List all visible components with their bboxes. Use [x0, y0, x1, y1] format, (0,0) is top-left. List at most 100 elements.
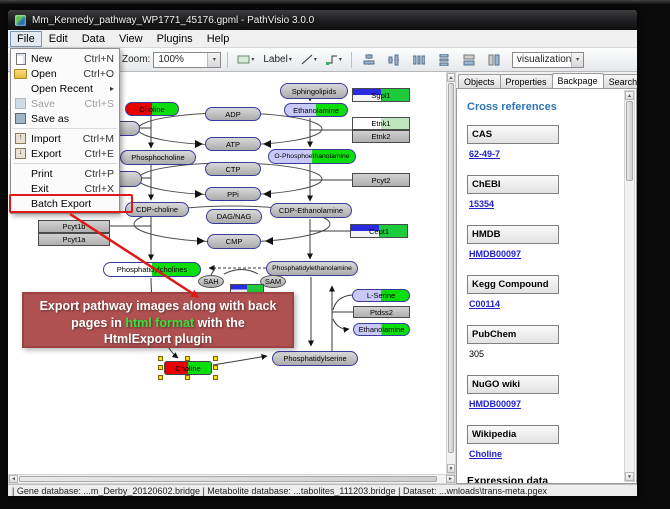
- node-phosphatidylserine[interactable]: Phosphatidylserine: [272, 351, 358, 366]
- node-o-phosphoethanolamine[interactable]: O-Phosphoethanolamine: [268, 149, 356, 164]
- gene-node-etnk2[interactable]: Etnk2: [352, 130, 410, 143]
- chevron-down-icon[interactable]: ▾: [207, 53, 220, 67]
- xref-link[interactable]: 15354: [469, 199, 494, 209]
- node-adp[interactable]: ADP: [205, 107, 261, 121]
- label-dropdown-button[interactable]: Label ▾: [260, 50, 294, 70]
- scrollbar-thumb[interactable]: [448, 83, 454, 453]
- menu-item-new[interactable]: New Ctrl+N: [11, 51, 119, 66]
- chevron-down-icon: ▾: [289, 56, 292, 63]
- scrollbar-thumb[interactable]: [19, 476, 437, 482]
- align-center-y-button[interactable]: [383, 50, 405, 70]
- status-bar: | Gene database: ...m_Derby_20120602.bri…: [8, 484, 637, 496]
- xref-link[interactable]: C00114: [469, 299, 500, 309]
- menu-view[interactable]: View: [112, 31, 150, 47]
- datanode-dropdown-button[interactable]: ▾: [234, 50, 257, 70]
- distribute-horizontal-button[interactable]: [408, 50, 430, 70]
- xref-link[interactable]: HMDB00097: [469, 249, 521, 259]
- selection-handle[interactable]: [158, 365, 163, 370]
- menu-file[interactable]: File: [10, 31, 42, 47]
- node-l-serine[interactable]: L-Serine: [352, 289, 410, 302]
- selection-handle[interactable]: [158, 375, 163, 380]
- node-atp[interactable]: ATP: [205, 137, 261, 151]
- xref-link[interactable]: Choline: [469, 449, 502, 459]
- xref-link[interactable]: 62-49-7: [469, 149, 500, 159]
- canvas-horizontal-scrollbar[interactable]: ◄ ►: [8, 474, 456, 484]
- scroll-up-icon[interactable]: ▲: [447, 73, 455, 82]
- menu-item-open[interactable]: Open Ctrl+O: [11, 66, 119, 81]
- xref-link[interactable]: HMDB00097: [469, 399, 521, 409]
- panel-vertical-scrollbar[interactable]: ▲ ▼: [624, 90, 635, 482]
- scroll-left-icon[interactable]: ◄: [9, 475, 18, 483]
- visualization-combobox[interactable]: visualization ▾: [512, 52, 584, 68]
- node-sah[interactable]: SAH: [198, 275, 224, 288]
- selection-handle[interactable]: [158, 356, 163, 361]
- selection-handle[interactable]: [213, 365, 218, 370]
- gene-node-cept1[interactable]: Cept1: [350, 224, 408, 238]
- scroll-up-icon[interactable]: ▲: [625, 91, 634, 100]
- chevron-down-icon: ▾: [314, 56, 317, 63]
- selection-handle[interactable]: [213, 375, 218, 380]
- node-cmp[interactable]: CMP: [207, 234, 261, 249]
- menu-item-print[interactable]: Print Ctrl+P: [11, 166, 119, 181]
- tab-backpage[interactable]: Backpage: [552, 73, 604, 88]
- distribute-vertical-icon: [438, 54, 450, 66]
- line-dropdown-button[interactable]: ▾: [298, 50, 320, 70]
- selected-node-wrapper: Choline: [158, 356, 218, 380]
- new-document-icon: [14, 53, 27, 65]
- tab-objects[interactable]: Objects: [458, 74, 501, 88]
- node-choline[interactable]: Choline: [125, 102, 179, 116]
- gene-node-pcyt2[interactable]: Pcyt2: [352, 173, 410, 187]
- open-folder-icon: [14, 69, 27, 79]
- xref-section-kegg: Kegg Compound C00114: [467, 275, 626, 312]
- selection-handle[interactable]: [213, 356, 218, 361]
- node-ethanolamine-2[interactable]: Ethanolamine: [353, 323, 410, 336]
- node-cdp-ethanolamine[interactable]: CDP-Ethanolamine: [270, 203, 352, 218]
- connector-dropdown-button[interactable]: ▾: [323, 50, 345, 70]
- connector-icon: [326, 54, 338, 65]
- distribute-vertical-button[interactable]: [433, 50, 455, 70]
- scroll-right-icon[interactable]: ►: [446, 475, 455, 483]
- highlighted-text: html format: [125, 316, 194, 330]
- pathvisio-app-icon: [15, 15, 26, 26]
- gene-node-etnk1[interactable]: Etnk1: [352, 117, 410, 130]
- node-phosphatidylcholines[interactable]: Phosphatidylcholines: [103, 262, 201, 277]
- save-icon: [14, 98, 27, 109]
- menu-item-import[interactable]: ↑ Import Ctrl+M: [11, 131, 119, 146]
- menu-plugins[interactable]: Plugins: [150, 31, 200, 47]
- gene-node-pcyt1a[interactable]: Pcyt1a: [38, 233, 110, 246]
- node-phosphatidylethanolamine[interactable]: Phosphatidylethanolamine: [266, 261, 358, 276]
- node-dag[interactable]: DAG/NAG: [206, 209, 262, 224]
- scroll-down-icon[interactable]: ▼: [447, 464, 455, 473]
- xref-source-name: ChEBI: [467, 175, 559, 194]
- align-center-x-button[interactable]: [358, 50, 380, 70]
- node-ethanolamine[interactable]: Ethanolamine: [284, 103, 348, 117]
- menu-item-open-recent[interactable]: Open Recent ▸: [11, 81, 119, 96]
- node-ctp[interactable]: CTP: [205, 162, 261, 176]
- xref-section-hmdb: HMDB HMDB00097: [467, 225, 626, 262]
- common-height-button[interactable]: [483, 50, 505, 70]
- node-sphingolipids[interactable]: Sphingolipids: [280, 83, 348, 99]
- common-width-button[interactable]: [458, 50, 480, 70]
- gene-node-sgpl1[interactable]: Sgpl1: [352, 88, 410, 102]
- node-ppi[interactable]: PPi: [205, 187, 261, 201]
- scrollbar-thumb[interactable]: [626, 101, 633, 181]
- menu-edit[interactable]: Edit: [42, 31, 75, 47]
- menu-item-save-as[interactable]: Save as: [11, 111, 119, 126]
- batch-export-highlight-box: [9, 194, 133, 213]
- gene-node-ptdss2[interactable]: Ptdss2: [353, 306, 410, 318]
- annotation-callout: Export pathway images along with back pa…: [22, 292, 294, 348]
- scroll-down-icon[interactable]: ▼: [625, 472, 634, 481]
- node-phosphocholine[interactable]: Phosphocholine: [120, 150, 196, 165]
- menu-data[interactable]: Data: [75, 31, 112, 47]
- zoom-combobox[interactable]: 100% ▾: [153, 52, 221, 68]
- tab-properties[interactable]: Properties: [500, 74, 553, 88]
- node-choline-selected[interactable]: Choline: [164, 361, 212, 375]
- canvas-vertical-scrollbar[interactable]: ▲ ▼: [446, 72, 456, 474]
- menu-item-export[interactable]: ↓ Export Ctrl+E: [11, 146, 119, 161]
- tab-search[interactable]: Search: [603, 74, 637, 88]
- gene-node-pcyt1b[interactable]: Pcyt1b: [38, 220, 110, 233]
- node-cdp-choline[interactable]: CDP-choline: [125, 202, 189, 217]
- chevron-down-icon[interactable]: ▾: [571, 53, 583, 67]
- menu-help[interactable]: Help: [200, 31, 237, 47]
- selection-handle[interactable]: [185, 375, 190, 380]
